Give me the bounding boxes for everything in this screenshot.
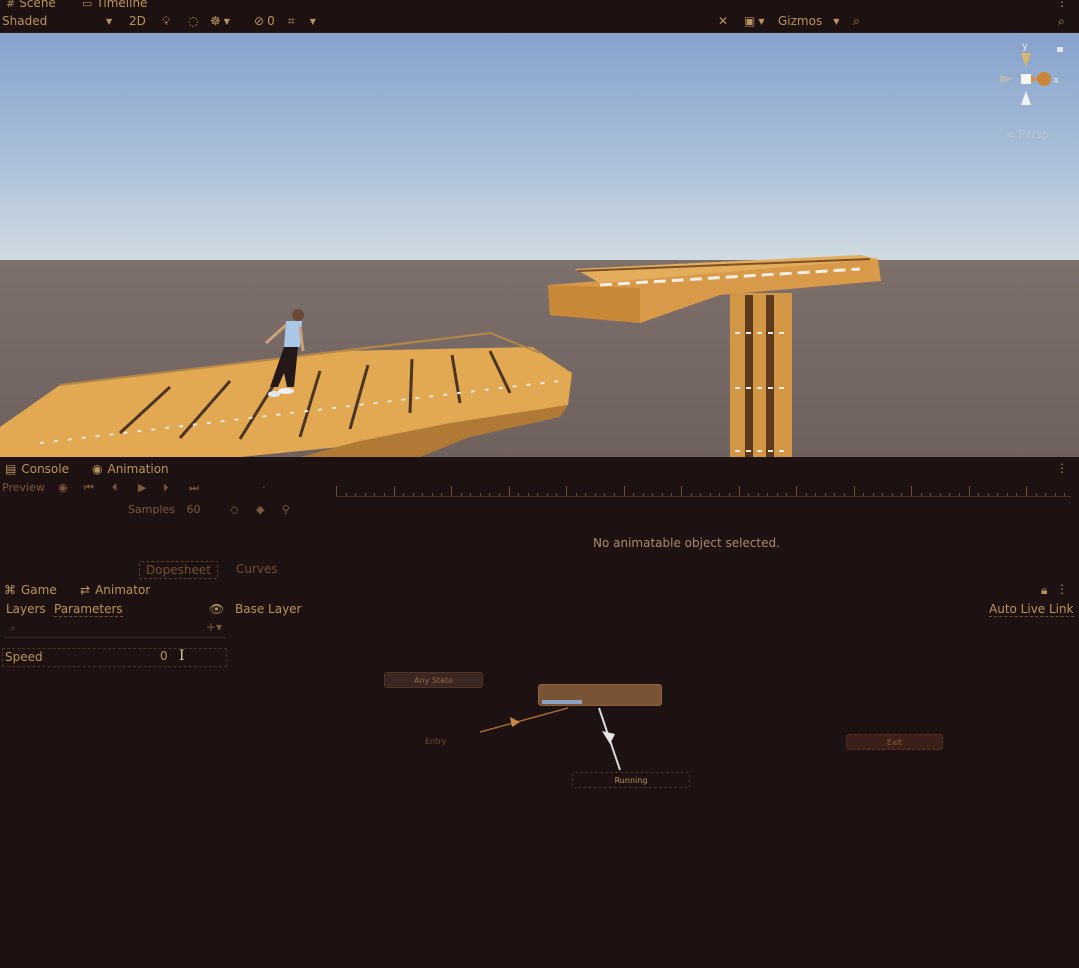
status-strip bbox=[0, 962, 1079, 968]
node-exit[interactable]: Exit bbox=[846, 734, 943, 750]
state-progress-bar bbox=[542, 700, 582, 704]
animator-graph bbox=[479, 707, 621, 771]
node-any-state[interactable]: Any State bbox=[384, 672, 483, 688]
node-running[interactable]: Running bbox=[572, 772, 690, 788]
entry-arrow-icon bbox=[510, 717, 520, 727]
entry-transition bbox=[479, 707, 569, 733]
node-entry[interactable]: Entry bbox=[425, 737, 446, 746]
node-default-state[interactable] bbox=[538, 684, 662, 706]
transition-arrow-icon bbox=[602, 731, 615, 744]
